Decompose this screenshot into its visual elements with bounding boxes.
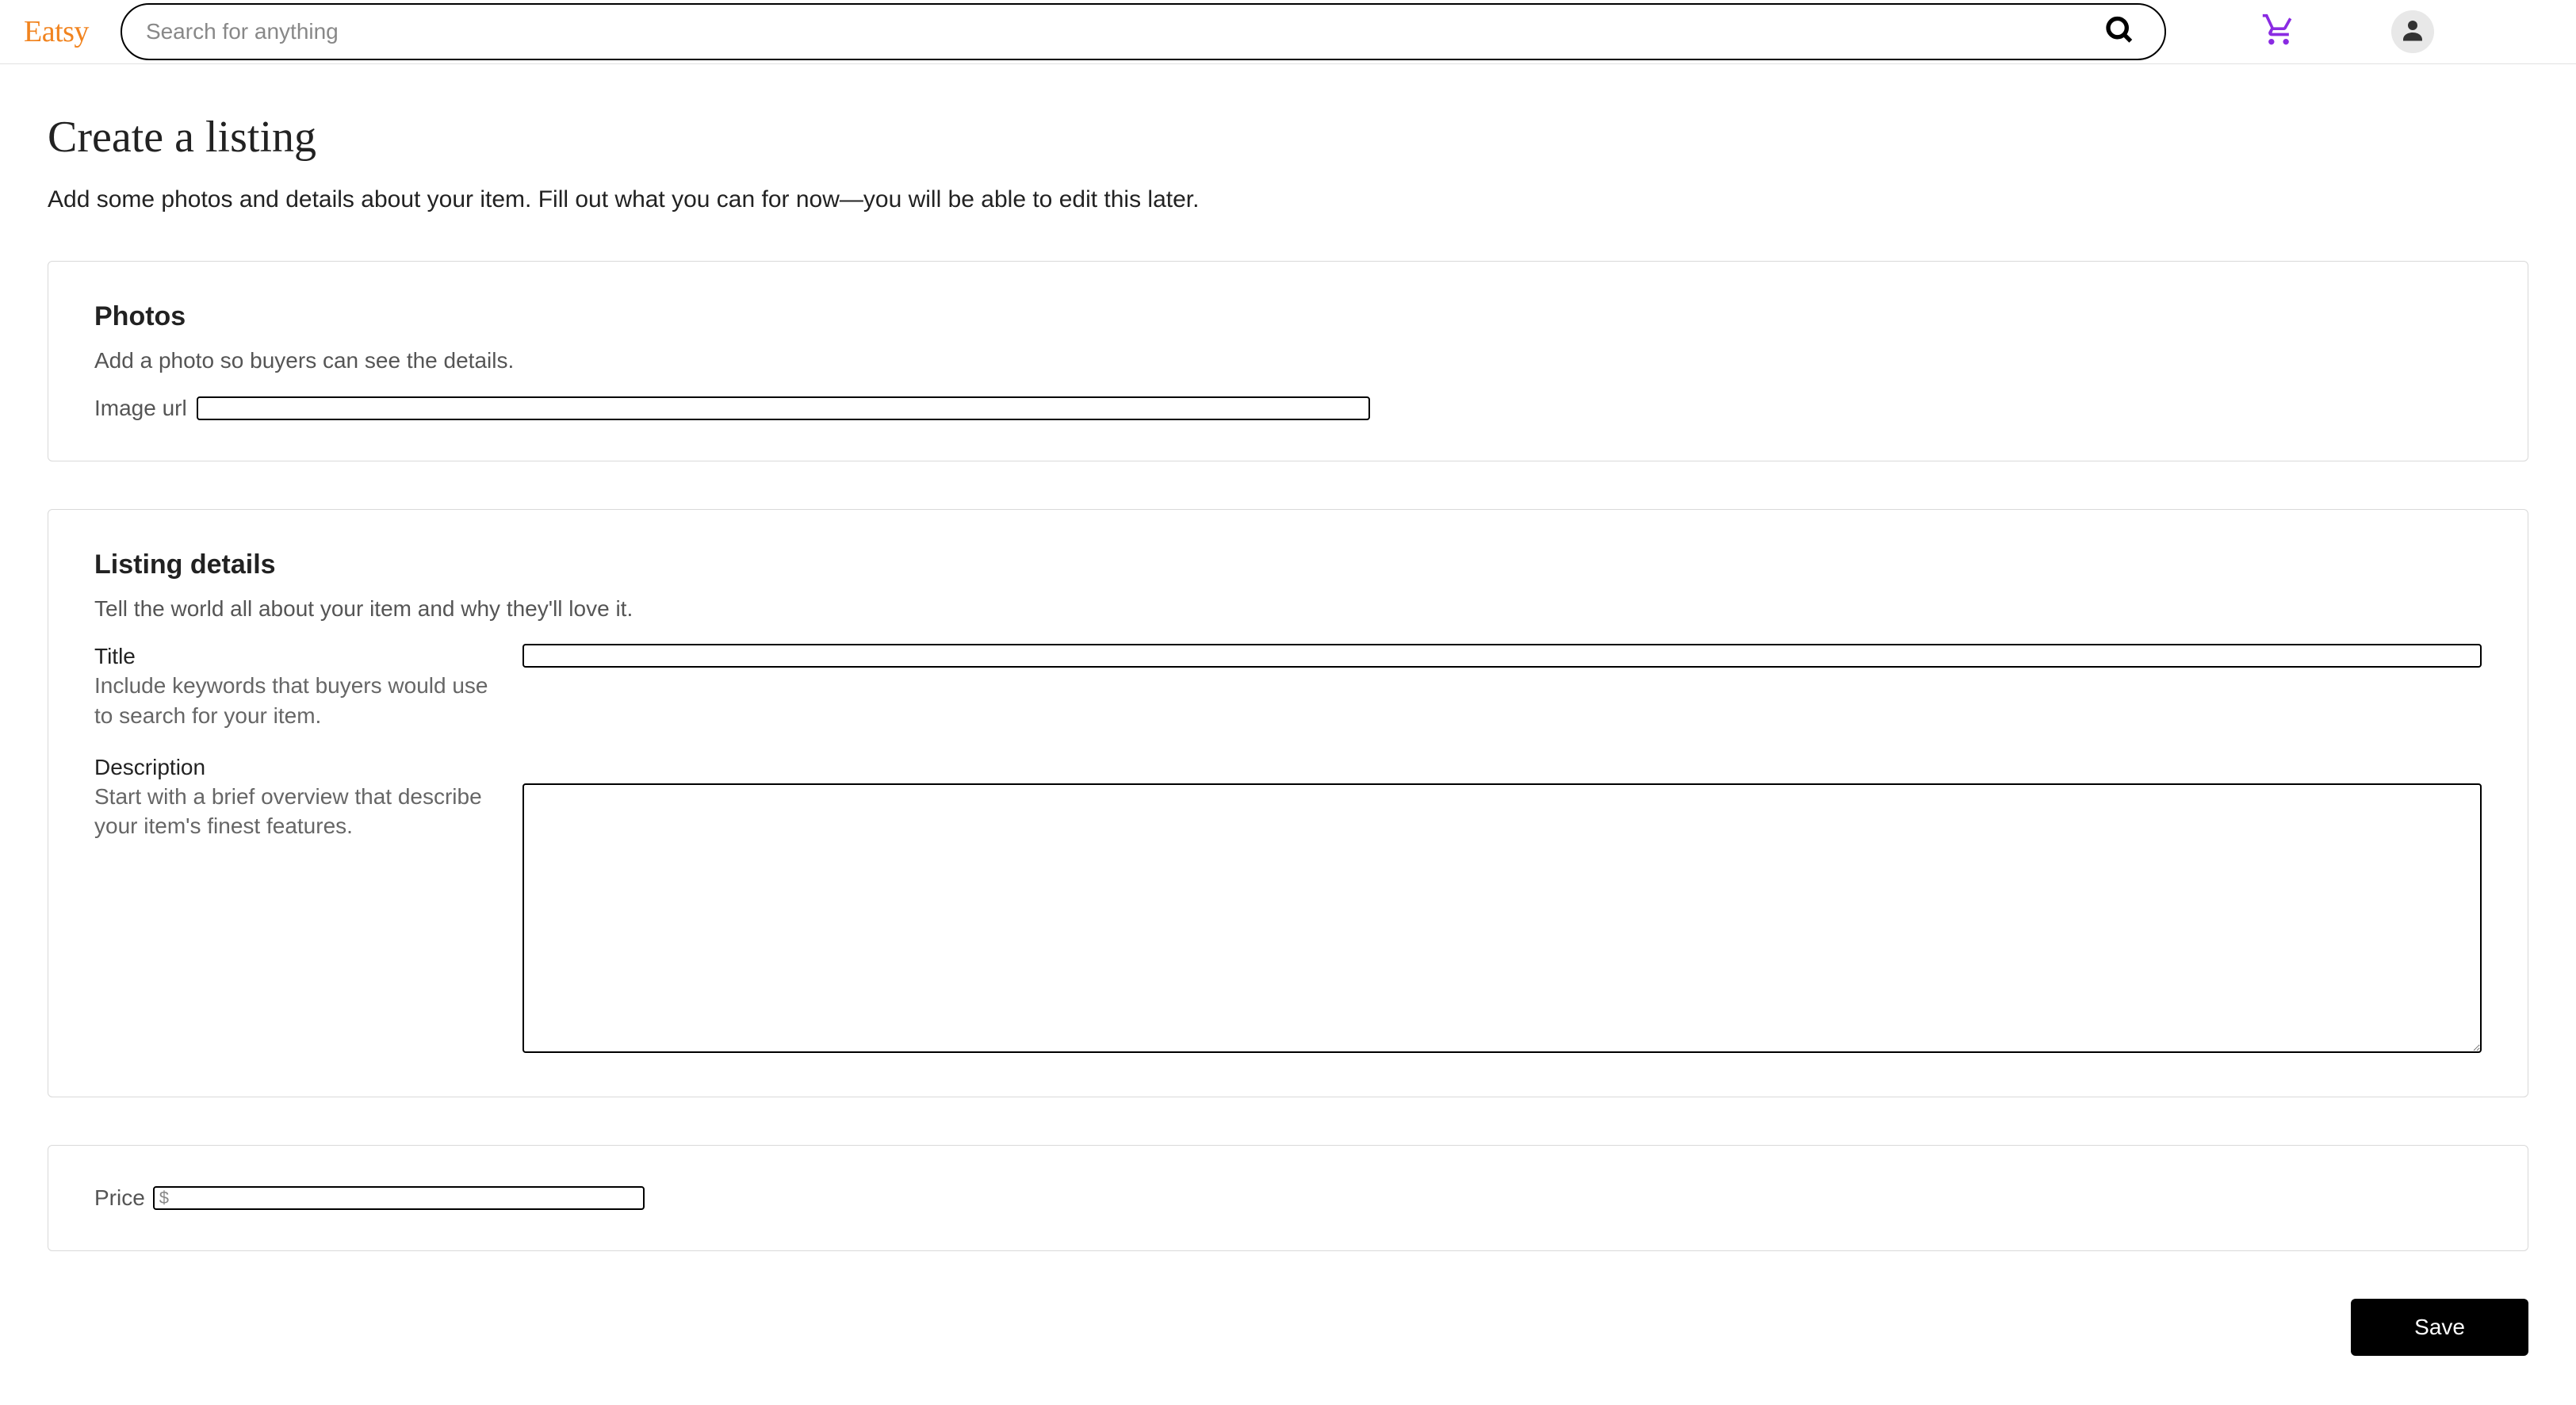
user-icon — [2398, 16, 2427, 48]
description-field-row: Description Start with a brief overview … — [94, 755, 2482, 1057]
logo[interactable]: Eatsy — [24, 14, 89, 49]
card-sub-photos: Add a photo so buyers can see the detail… — [94, 348, 2482, 373]
title-field-row: Title Include keywords that buyers would… — [94, 644, 2482, 731]
photos-card: Photos Add a photo so buyers can see the… — [48, 261, 2528, 461]
image-url-input[interactable] — [197, 396, 1370, 420]
details-card: Listing details Tell the world all about… — [48, 509, 2528, 1097]
header-icons — [2261, 10, 2434, 53]
search-button[interactable] — [2098, 9, 2142, 56]
title-input[interactable] — [522, 644, 2482, 668]
title-label: Title — [94, 644, 491, 669]
image-url-field: Image url — [94, 396, 2482, 421]
title-label-col: Title Include keywords that buyers would… — [94, 644, 491, 731]
save-button[interactable]: Save — [2351, 1299, 2528, 1356]
description-label-col: Description Start with a brief overview … — [94, 755, 491, 1057]
page-title: Create a listing — [48, 112, 2528, 163]
cart-button[interactable] — [2261, 13, 2296, 52]
card-title-details: Listing details — [94, 549, 2482, 580]
save-row: Save — [48, 1299, 2528, 1356]
price-input[interactable] — [153, 1186, 645, 1210]
header: Eatsy — [0, 0, 2576, 64]
avatar[interactable] — [2391, 10, 2434, 53]
title-hint: Include keywords that buyers would use t… — [94, 671, 491, 731]
description-label: Description — [94, 755, 491, 780]
image-url-label: Image url — [94, 396, 187, 421]
description-textarea[interactable] — [522, 783, 2482, 1053]
description-hint: Start with a brief overview that describ… — [94, 782, 491, 842]
search-input[interactable] — [121, 3, 2166, 60]
page-subtitle: Add some photos and details about your i… — [48, 186, 2528, 213]
price-card: Price — [48, 1145, 2528, 1251]
title-input-col — [522, 644, 2482, 731]
search-wrap — [121, 3, 2166, 60]
main-content: Create a listing Add some photos and det… — [0, 64, 2576, 1388]
cart-icon — [2261, 37, 2296, 51]
card-sub-details: Tell the world all about your item and w… — [94, 596, 2482, 622]
description-input-col — [522, 755, 2482, 1057]
card-title-photos: Photos — [94, 301, 2482, 332]
search-icon — [2104, 37, 2136, 49]
price-label: Price — [94, 1185, 145, 1211]
price-row: Price — [94, 1185, 2482, 1211]
